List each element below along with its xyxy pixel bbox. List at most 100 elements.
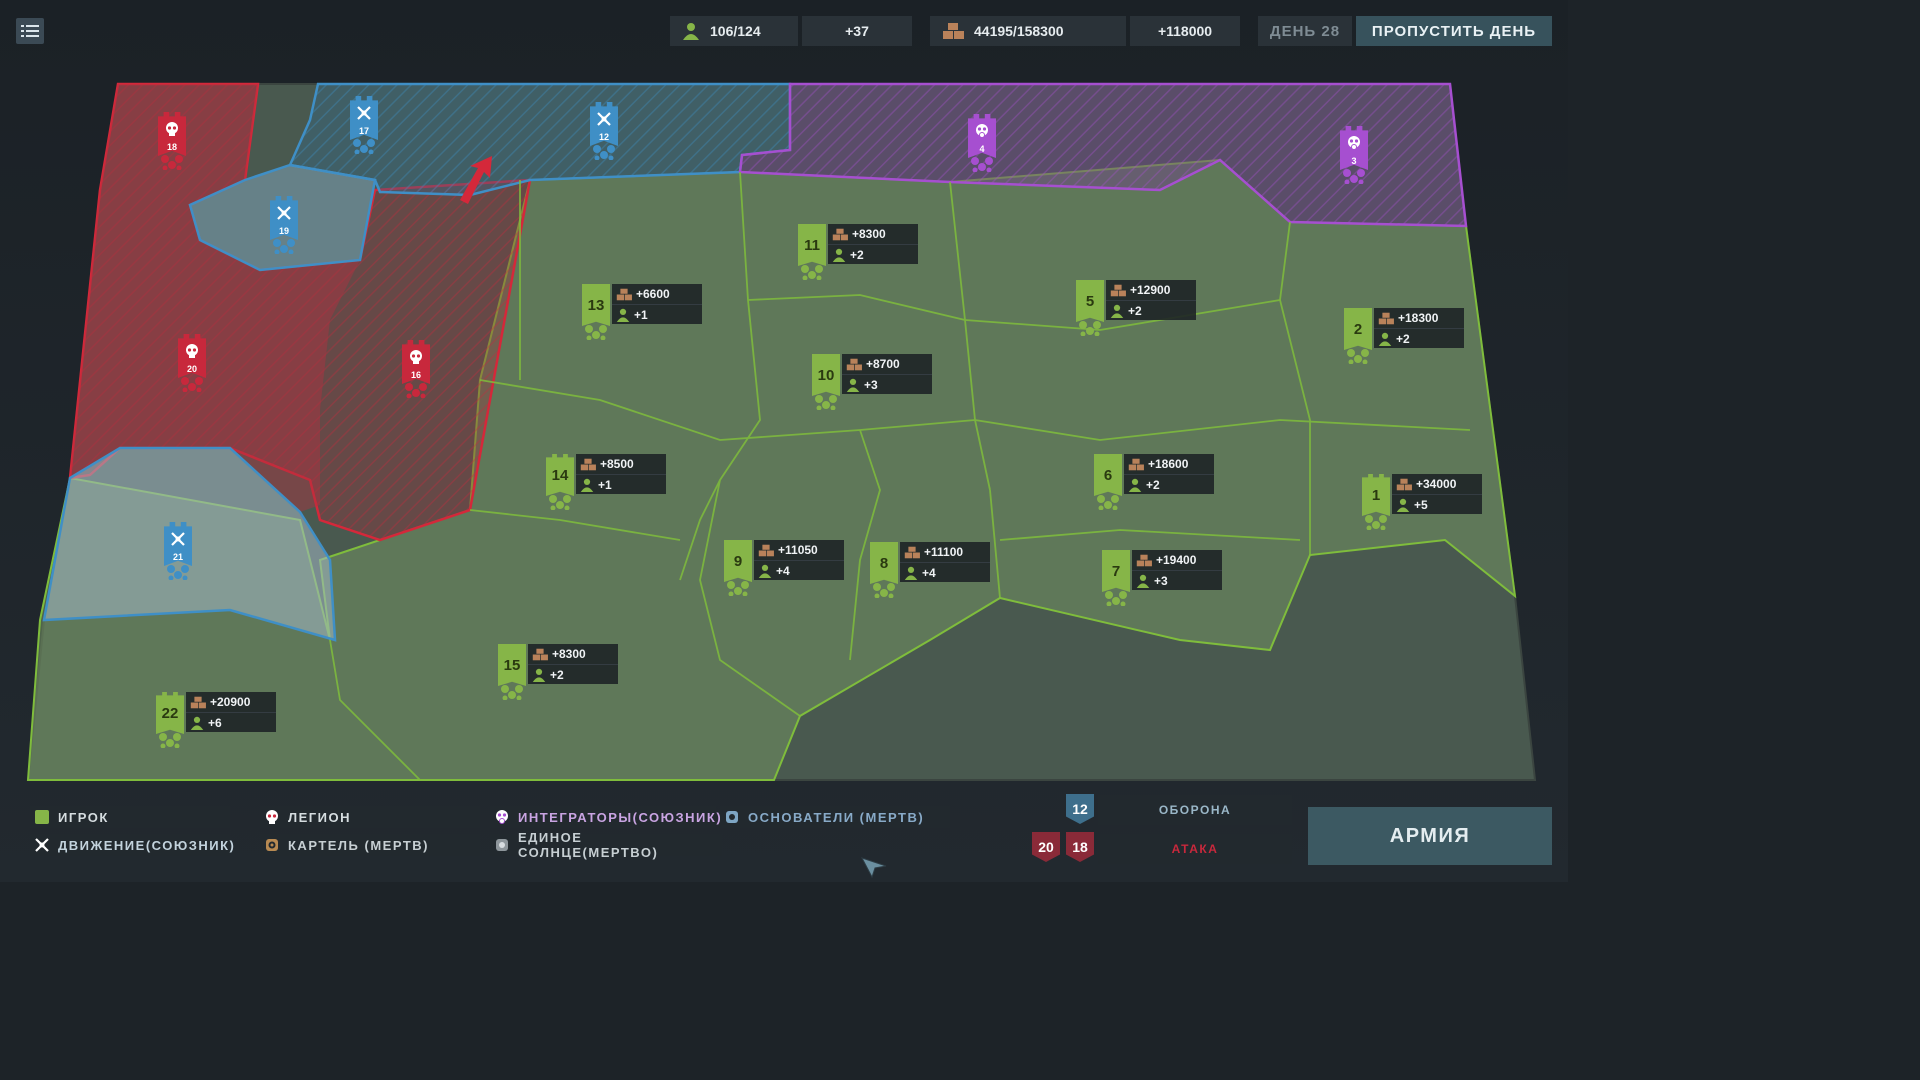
region-banner: 1 [1362, 474, 1390, 516]
army-pawns-icon [967, 156, 997, 177]
attack-region-shield-1[interactable]: 20 [1032, 832, 1060, 862]
legend-label: ИНТЕГРАТОРЫ(СОЮЗНИК) [518, 809, 723, 825]
resources-icon [532, 648, 548, 660]
region-income-tile: +19400 +3 [1132, 550, 1222, 590]
region-income-tile: +12900 +2 [1106, 280, 1196, 320]
enemy-banner: 16 [402, 340, 430, 384]
defense-region-shield[interactable]: 12 [1066, 794, 1094, 824]
region-population-income: +2 [1374, 328, 1464, 349]
legend-label: ЛЕГИОН [288, 809, 352, 825]
region-population-income: +4 [900, 562, 990, 583]
legend-item: ЕДИНОЕ СОЛНЦЕ(МЕРТВО) [490, 830, 722, 860]
cross-swords-icon [34, 837, 50, 853]
resources-icon [758, 544, 774, 556]
region-banner: 6 [1094, 454, 1122, 496]
region-income-tile: +20900 +6 [186, 692, 276, 732]
army-pawns-icon [1339, 168, 1369, 189]
region-income-tile: +11050 +4 [754, 540, 844, 580]
gasmask-icon [974, 123, 990, 144]
army-pawns-icon [1101, 590, 1131, 611]
enemy-banner: 19 [270, 196, 298, 240]
person-icon [832, 248, 846, 262]
cross-swords-icon [596, 111, 612, 132]
region-number: 13 [587, 296, 605, 314]
day-indicator: ДЕНЬ 28 [1258, 16, 1352, 46]
enemy-region-number: 19 [278, 225, 289, 236]
skull-icon [264, 809, 280, 825]
army-pawns-icon [349, 138, 379, 159]
region-income-tile: +18300 +2 [1374, 308, 1464, 348]
region-number: 6 [1103, 466, 1113, 484]
attack-region-shield-2[interactable]: 18 [1066, 832, 1094, 862]
skull-icon [184, 343, 200, 364]
region-resource-income: +34000 [1392, 474, 1482, 494]
resources-icon [942, 22, 964, 40]
region-banner: 9 [724, 540, 752, 582]
region-population-income: +3 [1132, 570, 1222, 591]
resources-icon [580, 458, 596, 470]
region-banner: 13 [582, 284, 610, 326]
legend-label: ОСНОВАТЕЛИ (МЕРТВ) [748, 809, 925, 825]
attack-label: АТАКА [1098, 834, 1292, 864]
legend-label: КАРТЕЛЬ (МЕРТВ) [288, 837, 429, 853]
region-resource-income: +19400 [1132, 550, 1222, 570]
enemy-region-number: 17 [358, 125, 369, 136]
skip-day-button[interactable]: ПРОПУСТИТЬ ДЕНЬ [1356, 16, 1552, 46]
enemy-region-number: 18 [166, 141, 177, 152]
region-banner: 7 [1102, 550, 1130, 592]
region-banner: 22 [156, 692, 184, 734]
army-pawns-icon [811, 394, 841, 415]
army-button[interactable]: АРМИЯ [1308, 807, 1552, 865]
legend-item: ЛЕГИОН [260, 806, 480, 828]
region-resource-income: +6600 [612, 284, 702, 304]
person-icon [1128, 478, 1142, 492]
region-number: 11 [804, 236, 820, 254]
region-resource-income: +8300 [528, 644, 618, 664]
legend-label: ДВИЖЕНИЕ(СОЮЗНИК) [58, 837, 236, 853]
resources-icon [616, 288, 632, 300]
gasmask-icon [1346, 135, 1362, 156]
resources-delta: +118000 [1130, 16, 1240, 46]
battle-panel: 12 ОБОРОНА 20 18 АТАКА [1030, 794, 1292, 870]
resources-icon [1396, 478, 1412, 490]
region-number: 14 [551, 466, 569, 484]
person-icon [1378, 332, 1392, 346]
region-income-tile: +8500 +1 [576, 454, 666, 494]
strategy-map[interactable] [0, 0, 1568, 882]
region-income-tile: +34000 +5 [1392, 474, 1482, 514]
region-banner: 15 [498, 644, 526, 686]
army-pawns-icon [545, 494, 575, 515]
cross-swords-icon [170, 531, 186, 552]
region-resource-income: +8300 [828, 224, 918, 244]
army-pawns-icon [589, 144, 619, 165]
cursor-icon [860, 856, 888, 883]
person-icon [580, 478, 594, 492]
person-icon [1396, 498, 1410, 512]
region-number: 2 [1353, 320, 1363, 338]
enemy-region-number: 4 [979, 143, 985, 154]
person-icon [904, 566, 918, 580]
region-population-income: +1 [612, 304, 702, 325]
legend-item: ОСНОВАТЕЛИ (МЕРТВ) [720, 806, 950, 828]
region-resource-income: +18300 [1374, 308, 1464, 328]
region-income-tile: +8300 +2 [828, 224, 918, 264]
army-pawns-icon [869, 582, 899, 603]
legend-item: ДВИЖЕНИЕ(СОЮЗНИК) [30, 834, 234, 856]
resources-icon [846, 358, 862, 370]
region-population-income: +2 [1106, 300, 1196, 321]
legend-label: ИГРОК [58, 809, 109, 825]
menu-button[interactable] [16, 18, 44, 44]
person-icon [190, 716, 204, 730]
resources-delta-value: +118000 [1157, 23, 1213, 39]
person-icon [758, 564, 772, 578]
army-pawns-icon [1343, 348, 1373, 369]
army-pawns-icon [157, 154, 187, 175]
region-resource-income: +11100 [900, 542, 990, 562]
region-banner: 8 [870, 542, 898, 584]
enemy-banner: 20 [178, 334, 206, 378]
region-resource-income: +20900 [186, 692, 276, 712]
enemy-region-number: 21 [172, 551, 183, 562]
army-pawns-icon [401, 382, 431, 403]
region-population-income: +2 [828, 244, 918, 265]
region-population-income: +5 [1392, 494, 1482, 515]
